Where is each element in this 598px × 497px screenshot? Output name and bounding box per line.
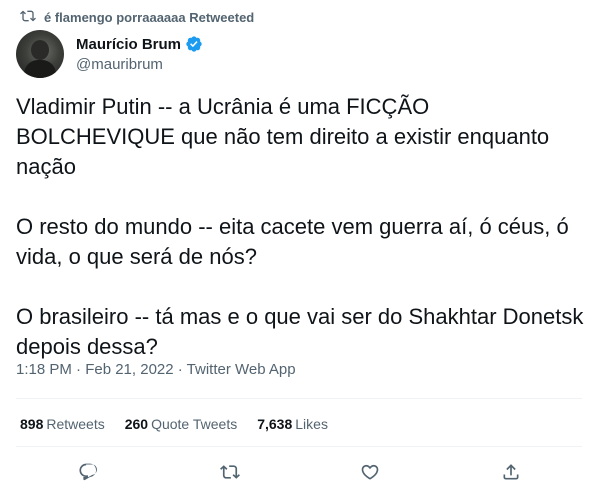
likes-stat[interactable]: 7,638 Likes [257,416,328,432]
share-button[interactable] [499,460,523,484]
quote-tweets-stat[interactable]: 260 Quote Tweets [125,416,238,432]
tweet-paragraph: Vladimir Putin -- a Ucrânia é uma FICÇÃO… [16,94,550,179]
reply-button[interactable] [76,460,100,484]
likes-count: 7,638 [257,416,293,432]
tweet-author: Maurício Brum @mauribrum [16,30,203,78]
author-display-name[interactable]: Maurício Brum [76,36,181,53]
retweet-context[interactable]: é flamengo porraaaaaa Retweeted [20,8,254,27]
retweet-button[interactable] [218,460,242,484]
tweet-stats: 898 Retweets 260 Quote Tweets 7,638 Likes [20,416,348,432]
retweets-stat[interactable]: 898 Retweets [20,416,105,432]
name-row: Maurício Brum [76,35,203,53]
retweet-icon [20,8,36,27]
quote-tweets-count: 260 [124,416,149,432]
likes-label: Likes [295,416,328,432]
tweet-paragraph: O brasileiro -- tá mas e o que vai ser d… [16,304,584,359]
quote-tweets-label: Quote Tweets [151,416,238,432]
heart-icon [361,464,379,480]
tweet-paragraph: O resto do mundo -- eita cacete vem guer… [16,214,569,269]
verified-badge-icon [186,36,202,52]
retweet-icon [220,465,240,479]
reply-icon [79,463,97,481]
avatar[interactable] [16,30,64,78]
like-button[interactable] [358,460,382,484]
retweets-label: Retweets [46,416,105,432]
author-names: Maurício Brum @mauribrum [76,35,203,73]
tweet-actions [0,460,598,488]
tweet-text: Vladimir Putin -- a Ucrânia é uma FICÇÃO… [16,92,586,362]
author-handle[interactable]: @mauribrum [76,56,203,73]
divider [16,398,582,399]
share-icon [503,464,519,480]
retweet-context-text: é flamengo porraaaaaa Retweeted [44,10,255,25]
divider [16,446,582,447]
retweets-count: 898 [20,416,44,432]
tweet-timestamp[interactable]: 1:18 PM · Feb 21, 2022 · Twitter Web App [16,361,296,378]
